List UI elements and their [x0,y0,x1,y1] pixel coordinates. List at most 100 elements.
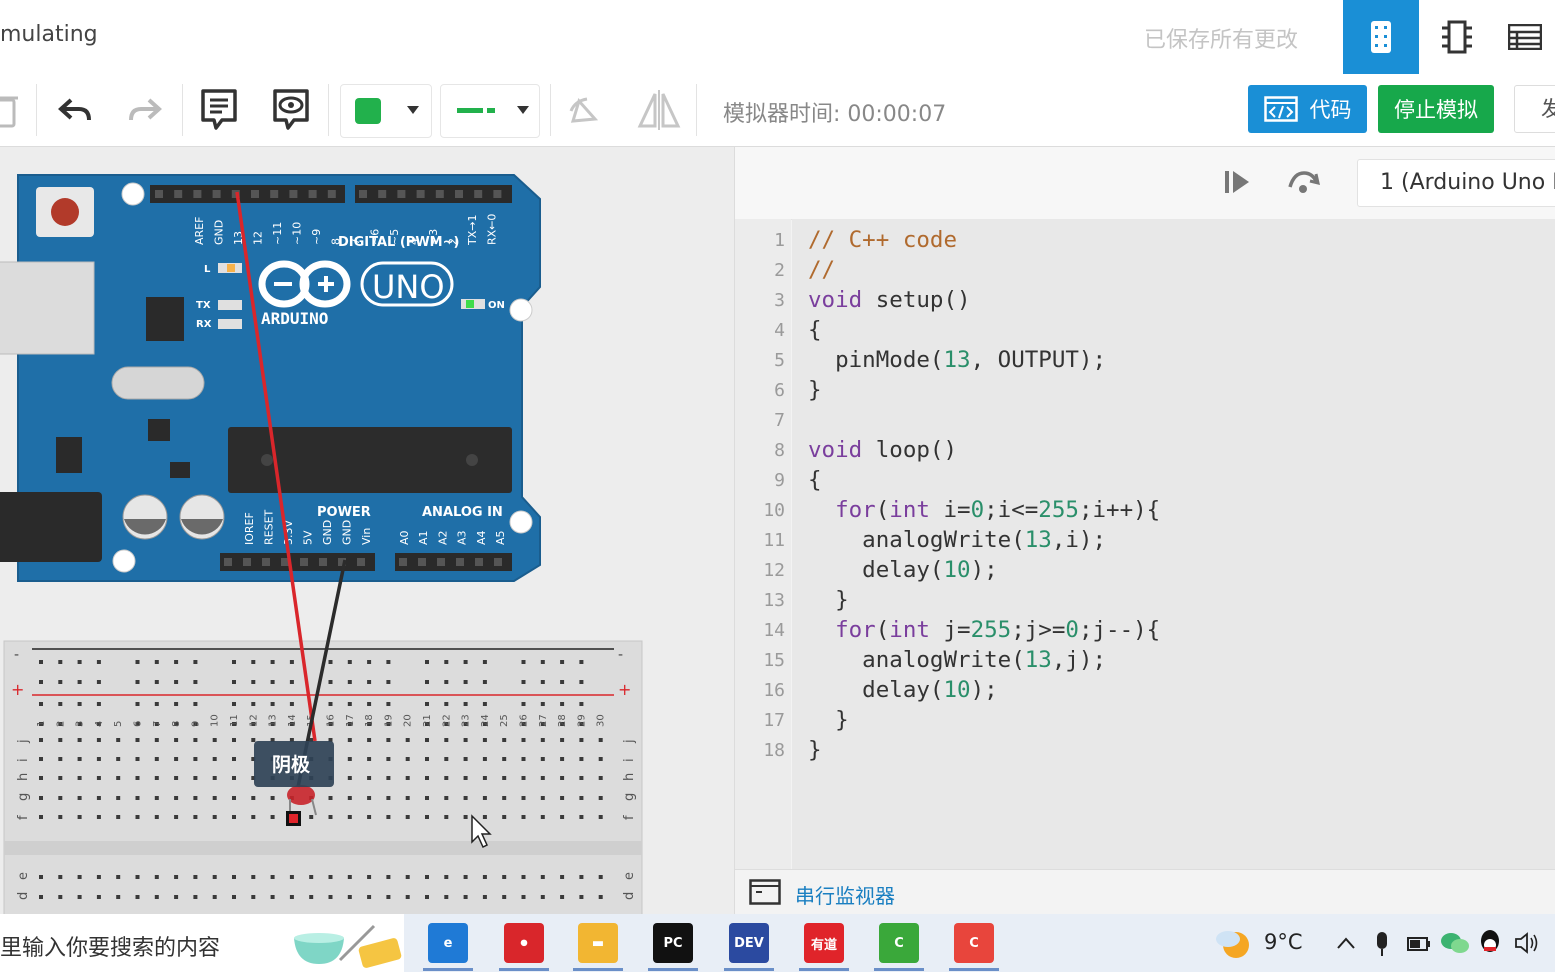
breadboard-hole[interactable] [232,776,236,780]
breadboard-hole[interactable] [482,875,487,879]
breadboard-hole[interactable] [96,680,101,684]
breadboard-hole[interactable] [463,875,468,879]
breadboard-hole[interactable] [212,895,217,899]
breadboard-hole[interactable] [540,702,545,706]
taskbar-app-file-explorer[interactable]: ▬ [578,923,618,963]
breadboard-hole[interactable] [154,796,159,800]
breadboard-hole[interactable] [482,776,487,780]
breadboard-hole[interactable] [463,895,468,899]
breadboard-hole[interactable] [154,680,159,684]
breadboard-hole[interactable] [598,815,603,819]
breadboard-hole[interactable] [251,815,256,819]
breadboard-hole[interactable] [58,757,63,761]
code-line[interactable]: } [808,737,822,763]
breadboard-hole[interactable] [463,660,468,664]
breadboard-hole[interactable] [39,738,43,742]
breadboard-hole[interactable] [270,796,275,800]
code-line[interactable]: { [808,467,822,493]
breadboard-hole[interactable] [193,875,198,879]
taskbar-app-edge[interactable]: e [428,923,468,963]
breadboard-hole[interactable] [386,757,391,761]
breadboard-hole[interactable] [212,875,217,879]
breadboard-hole[interactable] [347,702,352,706]
breadboard-hole[interactable] [444,660,449,664]
breadboard-hole[interactable] [579,757,584,761]
breadboard-hole[interactable] [425,680,429,684]
code-editor[interactable]: // C++ code // void setup() { pinMode(13, O… [792,219,1555,869]
breadboard-hole[interactable] [58,815,63,819]
breadboard-hole[interactable] [367,738,372,742]
breadboard-hole[interactable] [135,680,140,684]
breadboard-hole[interactable] [58,738,63,742]
breadboard-hole[interactable] [367,875,372,879]
breadboard-hole[interactable] [386,660,391,664]
breadboard-hole[interactable] [502,738,507,742]
notes-button[interactable] [196,86,242,134]
breadboard-hole[interactable] [521,796,526,800]
breadboard-hole[interactable] [425,738,429,742]
breadboard-hole[interactable] [154,660,159,664]
breadboard-hole[interactable] [482,796,487,800]
breadboard-hole[interactable] [289,702,294,706]
step-over-button[interactable] [1283,165,1323,199]
breadboard-hole[interactable] [39,660,43,664]
breadboard-hole[interactable] [444,875,449,879]
breadboard-hole[interactable] [39,776,43,780]
breadboard-hole[interactable] [135,738,140,742]
breadboard-hole[interactable] [502,796,507,800]
breadboard-hole[interactable] [560,875,565,879]
breadboard-hole[interactable] [502,895,507,899]
breadboard-hole[interactable] [463,738,468,742]
breadboard-hole[interactable] [270,660,275,664]
breadboard-hole[interactable] [96,815,101,819]
breadboard-hole[interactable] [386,702,391,706]
breadboard-hole[interactable] [212,776,217,780]
breadboard-hole[interactable] [232,660,236,664]
breadboard-hole[interactable] [347,815,352,819]
breadboard-hole[interactable] [560,796,565,800]
breadboard-hole[interactable] [58,796,63,800]
breadboard-hole[interactable] [96,660,101,664]
breadboard-hole[interactable] [328,660,333,664]
breadboard-hole[interactable] [598,875,603,879]
breadboard-hole[interactable] [212,815,217,819]
breadboard-hole[interactable] [598,776,603,780]
breadboard-hole[interactable] [521,776,526,780]
breadboard-hole[interactable] [154,738,159,742]
code-line[interactable]: analogWrite(13,i); [808,527,1106,553]
breadboard-hole[interactable] [116,738,121,742]
taskbar-app-camtasia-recorder[interactable]: C [954,923,994,963]
header-pin[interactable] [193,190,202,198]
breadboard-hole[interactable] [560,702,565,706]
breadboard-hole[interactable] [135,875,140,879]
breadboard-hole[interactable] [482,680,487,684]
breadboard-hole[interactable] [463,702,468,706]
header-pin[interactable] [378,190,387,198]
breadboard-hole[interactable] [77,776,82,780]
breadboard-hole[interactable] [386,738,391,742]
breadboard-hole[interactable] [289,895,294,899]
taskbar-app-recorder[interactable]: ⏺ [504,923,544,963]
breadboard-hole[interactable] [444,895,449,899]
breadboard-hole[interactable] [39,702,43,706]
breadboard-hole[interactable] [232,702,236,706]
breadboard-hole[interactable] [405,815,410,819]
breadboard-hole[interactable] [96,702,101,706]
breadboard-hole[interactable] [347,796,352,800]
breadboard-hole[interactable] [425,895,429,899]
breadboard-hole[interactable] [367,815,372,819]
header-pin[interactable] [308,190,317,198]
breadboard-hole[interactable] [463,757,468,761]
breadboard-hole[interactable] [405,757,410,761]
breadboard-hole[interactable] [135,895,140,899]
breadboard-hole[interactable] [251,875,256,879]
header-pin[interactable] [357,558,365,566]
breadboard-hole[interactable] [502,875,507,879]
circuit-canvas[interactable]: ARDUINO UNO DIGITAL (PWM~) POWER ANALOG … [0,147,734,914]
wechat-icon[interactable] [1440,931,1470,955]
code-line[interactable]: delay(10); [808,677,997,703]
breadboard-hole[interactable] [39,875,43,879]
breadboard-hole[interactable] [347,660,352,664]
breadboard-hole[interactable] [463,815,468,819]
breadboard-hole[interactable] [405,738,410,742]
